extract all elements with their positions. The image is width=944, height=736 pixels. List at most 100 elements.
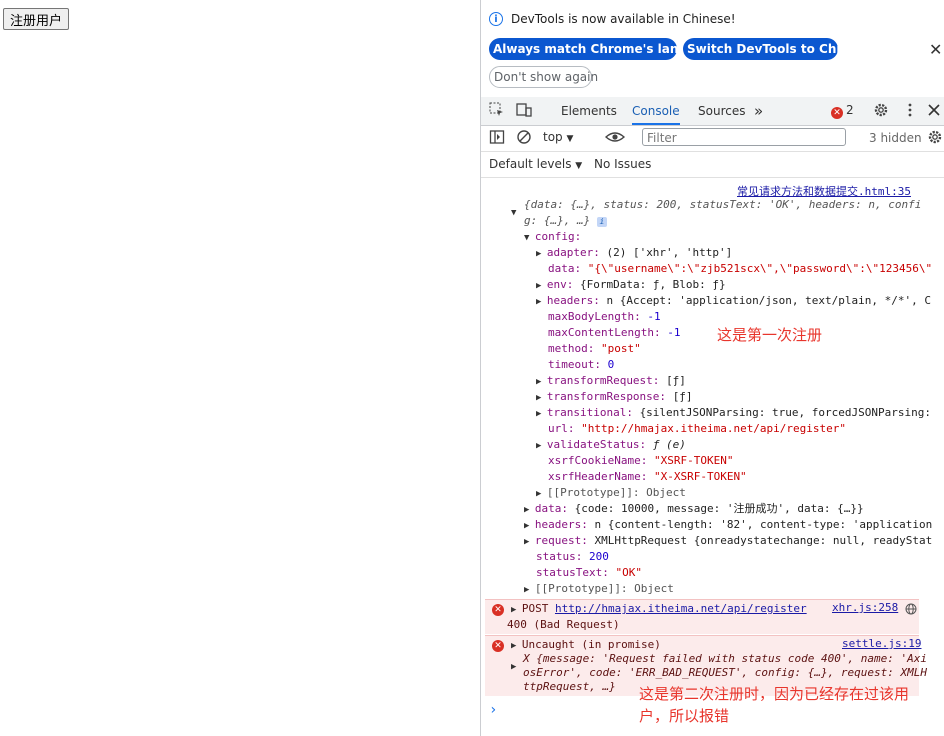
devtools-tabbar: Elements Console Sources » ✕ 2 xyxy=(481,97,944,126)
tab-console[interactable]: Console xyxy=(632,97,680,125)
dont-show-again-button[interactable]: Don't show again xyxy=(489,66,598,88)
prop-adapter[interactable]: ▶ adapter: (2) ['xhr', 'http'] xyxy=(536,245,732,261)
key: env: xyxy=(546,278,574,291)
value: n {Accept: 'application/json, text/plain… xyxy=(606,294,931,307)
axios-error-line3: ttpRequest, …} xyxy=(523,680,616,693)
language-infobar: i DevTools is now available in Chinese! … xyxy=(481,0,944,97)
tab-elements[interactable]: Elements xyxy=(561,97,617,125)
value: [ƒ] xyxy=(672,390,693,403)
context-label: top xyxy=(543,130,563,144)
collapse-arrow-icon: ▶ xyxy=(511,641,522,651)
value: n {content-length: '82', content-type: '… xyxy=(594,518,933,531)
expand-arrow-icon[interactable]: ▼ xyxy=(511,205,516,221)
key: method: xyxy=(548,342,595,355)
clear-console-icon[interactable] xyxy=(516,129,532,145)
device-toolbar-icon[interactable] xyxy=(516,102,532,118)
error-count: 2 xyxy=(846,103,854,117)
chevron-down-icon: ▼ xyxy=(575,161,583,171)
more-options-icon[interactable] xyxy=(902,102,918,118)
expand-arrow-icon: ▼ xyxy=(524,233,535,243)
key: transitional: xyxy=(546,406,633,419)
value: [ƒ] xyxy=(666,374,686,387)
prop-prototype2[interactable]: ▶ [[Prototype]]: Object xyxy=(524,581,674,597)
request-url-link[interactable]: http://hmajax.itheima.net/api/register xyxy=(555,602,807,615)
annotation-second-register-line1: 这是第二次注册时，因为已经存在过该用 xyxy=(639,685,910,703)
value: "OK" xyxy=(615,566,642,579)
key: xsrfCookieName: xyxy=(548,454,648,467)
value: "XSRF-TOKEN" xyxy=(653,454,734,467)
error-post-line[interactable]: ▶ POST http://hmajax.itheima.net/api/reg… xyxy=(511,601,807,617)
prop-validatestatus[interactable]: ▶ validateStatus: ƒ (e) xyxy=(536,437,686,453)
prop-data2[interactable]: ▶ data: {code: 10000, message: '注册成功', d… xyxy=(524,501,864,517)
uncaught-source-link[interactable]: settle.js:19 xyxy=(842,637,921,650)
collapse-arrow-icon: ▶ xyxy=(524,505,535,515)
response-object-summary[interactable]: {data: {…}, status: 200, statusText: 'OK… xyxy=(524,197,921,213)
prop-status: status: 200 xyxy=(536,549,609,565)
value: -1 xyxy=(647,310,661,323)
inspect-element-icon[interactable] xyxy=(489,102,505,118)
prop-transformresponse[interactable]: ▶ transformResponse: [ƒ] xyxy=(536,389,693,405)
key: headers: xyxy=(534,518,588,531)
close-devtools-icon[interactable] xyxy=(927,102,941,118)
collapse-arrow-icon: ▶ xyxy=(536,409,547,419)
collapse-arrow-icon: ▶ xyxy=(536,249,547,259)
collapse-arrow-icon[interactable]: ▶ xyxy=(511,659,516,675)
error-source-link[interactable]: xhr.js:258 xyxy=(832,601,898,614)
value: {code: 10000, message: '注册成功', data: {…}… xyxy=(574,502,864,515)
register-button[interactable]: 注册用户 xyxy=(3,8,70,30)
context-selector[interactable]: top ▼ xyxy=(543,130,573,144)
prop-prototype[interactable]: ▶ [[Prototype]]: Object xyxy=(536,485,686,501)
value: [[Prototype]]: Object xyxy=(546,486,686,499)
value: 0 xyxy=(607,358,615,371)
live-expression-eye-icon[interactable] xyxy=(605,129,625,145)
key: adapter: xyxy=(546,246,600,259)
console-prompt-icon[interactable]: › xyxy=(489,702,497,718)
value: "{\"username\":\"zjb521scx\",\"password\… xyxy=(587,262,933,275)
web-page: 注册用户 xyxy=(0,0,480,736)
match-language-button[interactable]: Always match Chrome's language xyxy=(489,38,720,60)
config-row[interactable]: ▼ config: xyxy=(524,229,581,245)
collapse-arrow-icon: ▶ xyxy=(536,297,547,307)
prop-transformrequest[interactable]: ▶ transformRequest: [ƒ] xyxy=(536,373,686,389)
error-counter[interactable]: ✕ 2 xyxy=(831,103,854,119)
prop-request[interactable]: ▶ request: XMLHttpRequest {onreadystatec… xyxy=(524,533,932,549)
console-toolbar: top ▼ Filter 3 hidden xyxy=(481,126,944,152)
issues-label[interactable]: No Issues xyxy=(594,157,651,171)
prop-xsrfcookiename: xsrfCookieName: "XSRF-TOKEN" xyxy=(548,453,733,469)
annotation-first-register: 这是第一次注册 xyxy=(717,326,823,344)
tab-sources[interactable]: Sources xyxy=(698,97,745,125)
key: data: xyxy=(548,262,582,275)
levels-label: Default levels xyxy=(489,157,572,171)
prop-transitional[interactable]: ▶ transitional: {silentJSONParsing: true… xyxy=(536,405,931,421)
value: "http://hmajax.itheima.net/api/register" xyxy=(581,422,847,435)
prop-maxcontentlength: maxContentLength: -1 xyxy=(548,325,680,341)
value: XMLHttpRequest {onreadystatechange: null… xyxy=(594,534,933,547)
more-tabs-icon[interactable]: » xyxy=(754,97,763,125)
prop-headers2[interactable]: ▶ headers: n {content-length: '82', cont… xyxy=(524,517,932,533)
value: (2) ['xhr', 'http'] xyxy=(606,246,733,259)
value: ƒ (e) xyxy=(652,438,686,451)
error-message-post: ✕ ▶ POST http://hmajax.itheima.net/api/r… xyxy=(485,599,919,634)
switch-chinese-button[interactable]: Switch DevTools to Chinese xyxy=(683,38,872,60)
prop-maxbodylength: maxBodyLength: -1 xyxy=(548,309,661,325)
console-settings-gear-icon[interactable] xyxy=(927,129,943,145)
prop-env[interactable]: ▶ env: {FormData: ƒ, Blob: ƒ} xyxy=(536,277,726,293)
key: statusText: xyxy=(536,566,609,579)
infobar-close-icon[interactable]: ✕ xyxy=(929,40,942,59)
collapse-arrow-icon: ▶ xyxy=(524,585,535,595)
value: "post" xyxy=(600,342,641,355)
sidebar-toggle-icon[interactable] xyxy=(489,129,505,145)
hidden-count: 3 hidden xyxy=(869,131,922,145)
value: {silentJSONParsing: true, forcedJSONPars… xyxy=(639,406,931,419)
key: transformResponse: xyxy=(546,390,667,403)
prop-headers[interactable]: ▶ headers: n {Accept: 'application/json,… xyxy=(536,293,931,309)
filter-input[interactable]: Filter xyxy=(642,128,846,146)
default-levels-dropdown[interactable]: Default levels ▼ xyxy=(489,157,582,171)
info-badge-icon: i xyxy=(596,217,607,227)
info-icon: i xyxy=(489,12,503,26)
error-icon: ✕ xyxy=(831,107,843,119)
network-globe-icon[interactable] xyxy=(905,603,917,615)
settings-gear-icon[interactable] xyxy=(873,102,889,118)
key: maxContentLength: xyxy=(548,326,661,339)
key: xsrfHeaderName: xyxy=(548,470,648,483)
